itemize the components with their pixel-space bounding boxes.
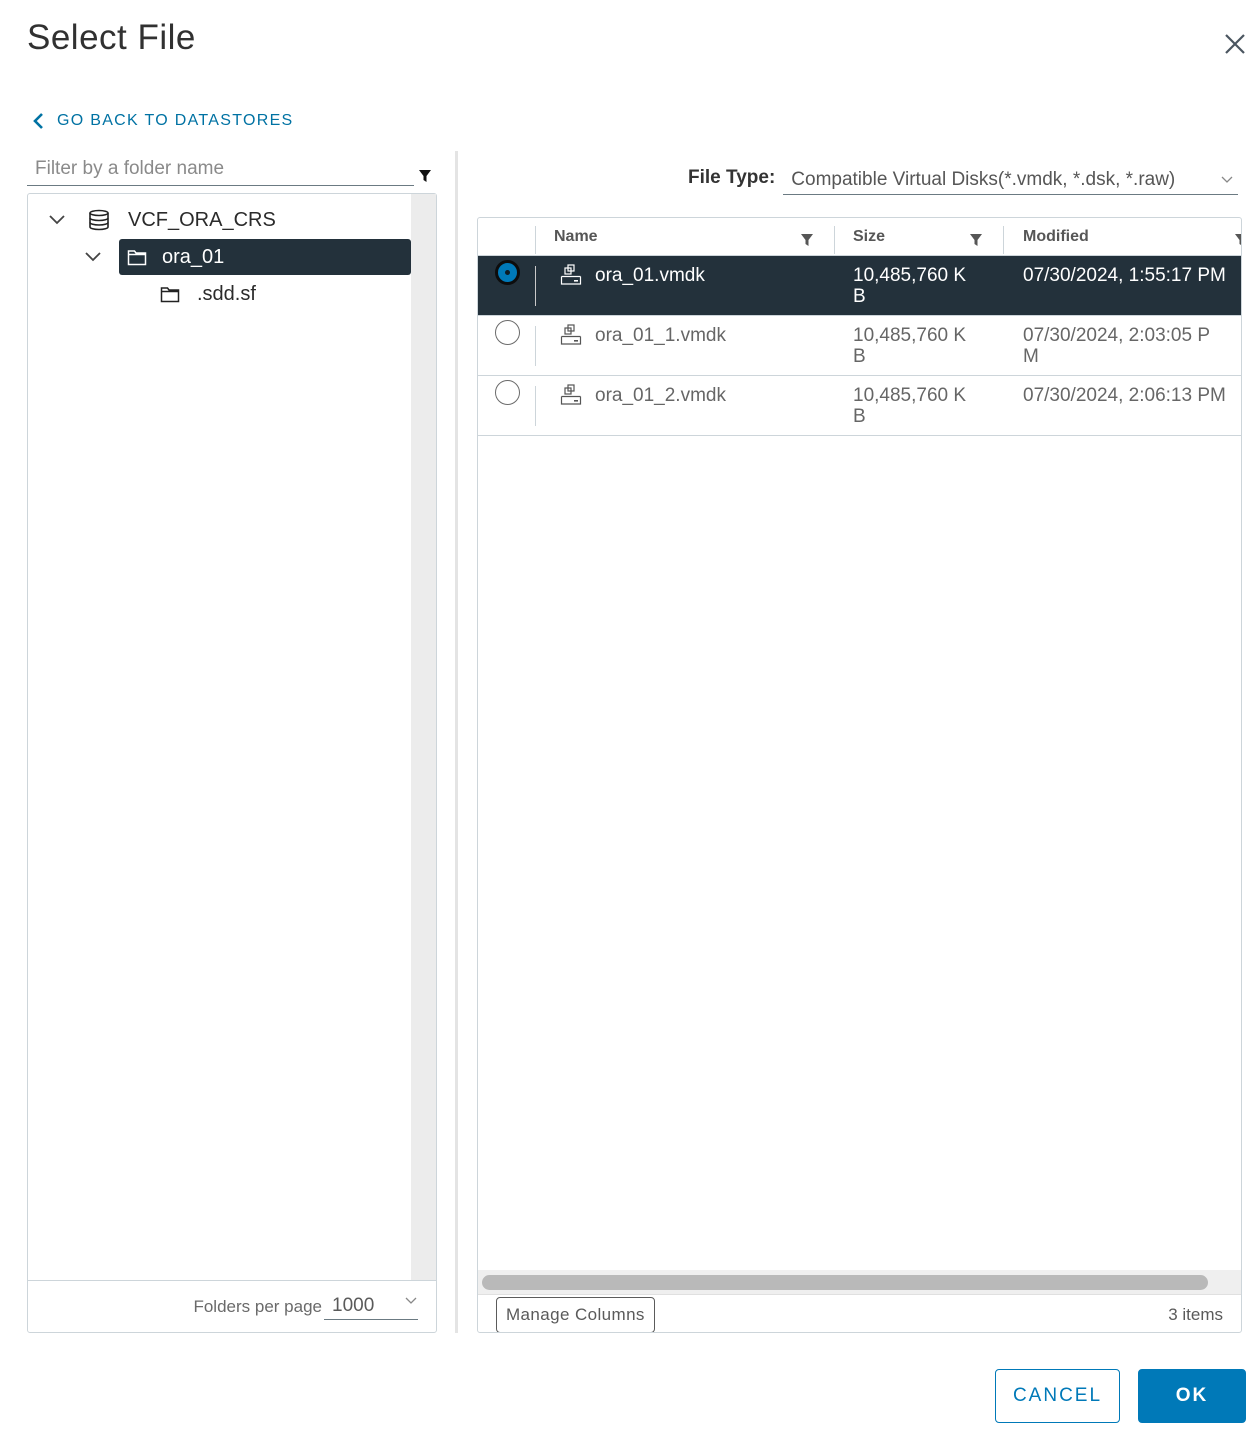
dialog-title: Select File	[27, 18, 196, 57]
file-datagrid: Name Size Modified ora_01.vmdk 10,485,76…	[477, 217, 1242, 1333]
grid-header: Name Size Modified	[478, 218, 1241, 256]
folder-filter-input[interactable]	[27, 154, 414, 184]
file-size-unit: B	[853, 286, 866, 307]
file-size-cell: 10,485,760 K B	[853, 325, 966, 367]
tree-node-toggle[interactable]	[84, 239, 114, 275]
tree-node-label: VCF_ORA_CRS	[128, 208, 276, 231]
filter-icon	[419, 170, 431, 182]
file-modified-wrap: M	[1023, 346, 1039, 367]
items-count: 3 items	[1168, 1305, 1223, 1324]
file-size-cell: 10,485,760 K B	[853, 385, 966, 427]
virtual-disk-icon	[560, 384, 582, 405]
folder-icon	[160, 286, 180, 302]
pane-divider[interactable]	[455, 151, 458, 1333]
chevron-down-icon[interactable]	[48, 214, 66, 226]
tree-footer: Folders per page 1000	[28, 1280, 436, 1332]
column-label: Size	[853, 228, 886, 245]
row-radio[interactable]	[495, 260, 520, 285]
row-radio[interactable]	[495, 320, 520, 345]
close-icon	[1225, 34, 1245, 54]
file-type-label: File Type:	[688, 167, 776, 188]
folders-per-page-label: Folders per page	[193, 1296, 322, 1316]
file-row[interactable]: ora_01.vmdk 10,485,760 K B 07/30/2024, 1…	[478, 256, 1241, 316]
file-size-unit: B	[853, 346, 866, 367]
virtual-disk-icon	[560, 324, 582, 345]
file-name: ora_01.vmdk	[595, 264, 705, 286]
file-name-cell: ora_01_2.vmdk	[560, 384, 726, 406]
file-name: ora_01_1.vmdk	[595, 324, 726, 346]
go-back-to-datastores-link[interactable]: GO BACK TO DATASTORES	[33, 112, 294, 130]
file-modified: 07/30/2024, 2:06:13 PM	[1023, 385, 1226, 406]
datastore-icon	[89, 209, 109, 231]
folders-per-page-select[interactable]: 1000	[324, 1294, 418, 1320]
close-button[interactable]	[1222, 30, 1248, 56]
folders-per-page-value: 1000	[332, 1295, 375, 1316]
column-label: Name	[554, 228, 598, 245]
file-modified: 07/30/2024, 1:55:17 PM	[1023, 265, 1226, 286]
column-header-name[interactable]: Name	[554, 218, 819, 256]
row-separator	[535, 386, 536, 426]
horizontal-scrollbar-thumb[interactable]	[482, 1275, 1208, 1290]
file-row[interactable]: ora_01_2.vmdk 10,485,760 K B 07/30/2024,…	[478, 376, 1241, 436]
file-row[interactable]: ora_01_1.vmdk 10,485,760 K B 07/30/2024,…	[478, 316, 1241, 376]
folder-tree-panel: VCF_ORA_CRS ora_01 .sdd.sf Folders per p…	[27, 193, 437, 1333]
row-separator	[535, 266, 536, 306]
file-modified-cell: 07/30/2024, 2:03:05 P M	[1023, 325, 1210, 367]
manage-columns-button[interactable]: Manage Columns	[496, 1297, 655, 1332]
file-name-cell: ora_01_1.vmdk	[560, 324, 726, 346]
file-type-value: Compatible Virtual Disks(*.vmdk, *.dsk, …	[791, 168, 1176, 190]
folder-filter-button[interactable]	[418, 169, 432, 188]
tree-node-label: ora_01	[162, 245, 225, 268]
tree-node-label: .sdd.sf	[197, 282, 256, 305]
column-header-size[interactable]: Size	[853, 218, 963, 256]
column-separator[interactable]	[535, 226, 536, 254]
tree-node-folder-selected[interactable]: ora_01	[119, 239, 411, 275]
column-header-modified[interactable]: Modified	[1023, 218, 1223, 256]
file-name: ora_01_2.vmdk	[595, 384, 726, 406]
filter-icon[interactable]	[1234, 233, 1242, 247]
tree-node-folder[interactable]: .sdd.sf	[160, 276, 400, 312]
chevron-left-icon	[33, 113, 43, 129]
virtual-disk-icon	[560, 264, 582, 285]
file-name-cell: ora_01.vmdk	[560, 264, 705, 286]
row-separator	[535, 326, 536, 366]
filter-icon[interactable]	[800, 233, 814, 247]
file-type-filter: File Type: Compatible Virtual Disks(*.vm…	[688, 165, 1239, 195]
folder-icon	[127, 249, 147, 265]
ok-button[interactable]: OK	[1138, 1369, 1246, 1423]
file-modified-cell: 07/30/2024, 1:55:17 PM	[1023, 265, 1226, 286]
file-size: 10,485,760 K	[853, 385, 967, 406]
file-size: 10,485,760 K	[853, 325, 967, 346]
folder-filter-field[interactable]	[27, 154, 414, 186]
chevron-down-icon[interactable]	[84, 251, 102, 263]
column-separator[interactable]	[834, 226, 835, 254]
column-label: Modified	[1023, 228, 1089, 245]
filter-icon[interactable]	[969, 233, 983, 247]
cancel-button[interactable]: CANCEL	[995, 1369, 1120, 1423]
file-modified: 07/30/2024, 2:03:05 P	[1023, 325, 1210, 346]
horizontal-scrollbar[interactable]	[478, 1270, 1241, 1294]
chevron-down-icon	[1221, 176, 1233, 183]
file-modified-cell: 07/30/2024, 2:06:13 PM	[1023, 385, 1226, 406]
tree-node-datastore[interactable]: VCF_ORA_CRS	[48, 202, 408, 238]
file-size-unit: B	[853, 406, 866, 427]
grid-footer: Manage Columns 3 items	[478, 1294, 1241, 1332]
go-back-label: GO BACK TO DATASTORES	[57, 112, 294, 129]
file-size: 10,485,760 K	[853, 265, 967, 286]
tree-scrollbar[interactable]	[411, 194, 436, 1281]
row-radio[interactable]	[495, 380, 520, 405]
file-size-cell: 10,485,760 K B	[853, 265, 966, 307]
column-separator[interactable]	[1003, 226, 1004, 254]
file-type-select[interactable]: Compatible Virtual Disks(*.vmdk, *.dsk, …	[783, 165, 1239, 195]
chevron-down-icon	[405, 1297, 417, 1304]
